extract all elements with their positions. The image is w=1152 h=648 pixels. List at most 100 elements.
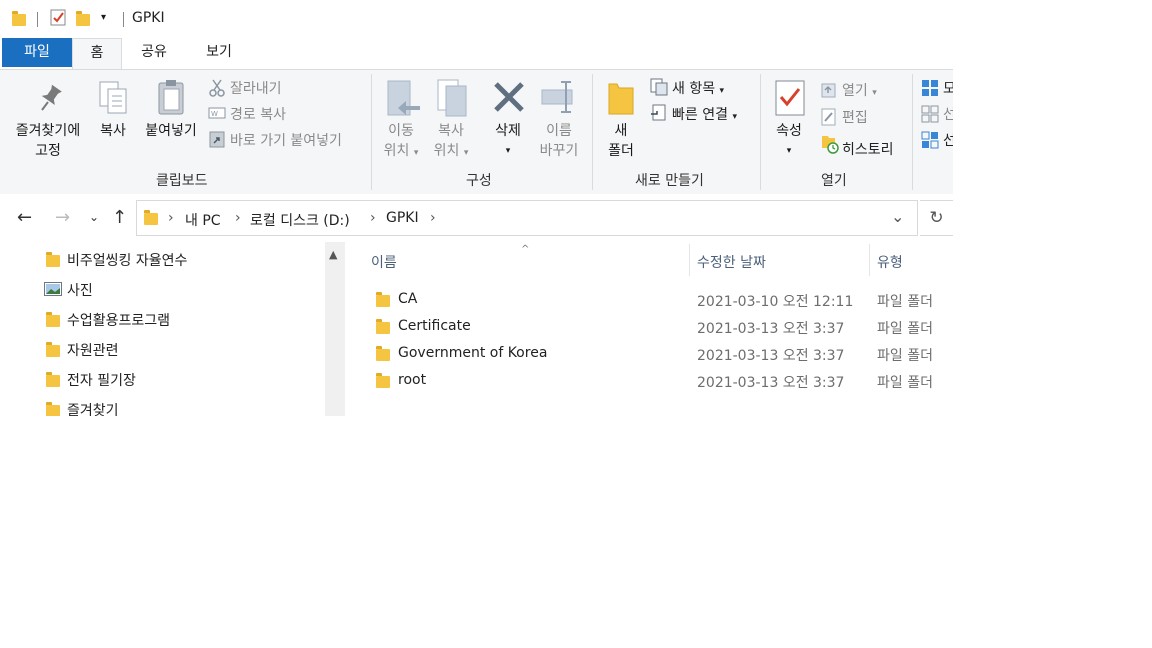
file-date: 2021-03-13 오전 3:37 bbox=[697, 348, 845, 364]
refresh-icon[interactable]: ↻ bbox=[920, 200, 953, 236]
file-type: 파일 폴더 bbox=[877, 348, 933, 364]
back-arrow-icon[interactable]: ← bbox=[17, 207, 32, 228]
address-bar[interactable]: › 내 PC › 로컬 디스크 (D:) › GPKI › ⌄ bbox=[136, 200, 918, 236]
column-header-type[interactable]: 유형 bbox=[877, 252, 903, 272]
rename-label-line2: 바꾸기 bbox=[539, 143, 579, 159]
paste-button[interactable]: 붙여넣기 bbox=[138, 121, 204, 141]
folder-icon bbox=[46, 372, 60, 387]
delete-button[interactable]: 삭제 ▾ bbox=[488, 121, 528, 161]
paste-icon bbox=[156, 79, 188, 121]
new-folder-big-icon bbox=[607, 80, 635, 120]
pin-to-quick-access-button[interactable]: 즐겨찾기에 고정 bbox=[8, 121, 88, 161]
select-none-button[interactable]: 선 bbox=[943, 104, 953, 124]
open-button[interactable]: 열기 ▾ bbox=[842, 80, 877, 100]
delete-x-icon bbox=[492, 80, 526, 118]
up-arrow-icon[interactable]: ↑ bbox=[112, 207, 127, 228]
invert-selection-icon bbox=[921, 131, 939, 153]
properties-check-icon[interactable] bbox=[50, 9, 67, 31]
move-to-button[interactable]: 이동 위치 ▾ bbox=[378, 121, 424, 163]
select-all-button[interactable]: 모 bbox=[943, 78, 953, 98]
file-explorer-window: ▾ GPKI 파일 홈 공유 보기 즐겨찾기에 고정 복사 붙여넣기 잘라내기 … bbox=[0, 0, 953, 416]
move-to-label-line2: 위치 bbox=[383, 143, 410, 159]
group-separator bbox=[760, 74, 761, 190]
copy-button[interactable]: 복사 bbox=[93, 121, 133, 141]
easy-access-label: 빠른 연결 bbox=[672, 107, 728, 123]
nav-pane-scrollbar[interactable]: ▲ bbox=[325, 242, 345, 416]
title-bar: ▾ GPKI bbox=[0, 0, 953, 38]
tab-share[interactable]: 공유 bbox=[128, 38, 180, 67]
edit-button[interactable]: 편집 bbox=[842, 107, 868, 127]
column-header-name[interactable]: 이름 bbox=[371, 252, 397, 272]
forward-arrow-icon[interactable]: → bbox=[55, 207, 70, 228]
nav-item-label: 전자 필기장 bbox=[67, 373, 136, 389]
select-none-icon bbox=[921, 105, 939, 127]
customize-dropdown-icon[interactable]: ▾ bbox=[101, 12, 106, 23]
open-group-label: 열기 bbox=[821, 173, 847, 189]
copy-path-button[interactable]: 경로 복사 bbox=[230, 104, 286, 124]
tab-file[interactable]: 파일 bbox=[2, 38, 72, 67]
table-row[interactable]: Government of Korea 2021-03-13 오전 3:37 파… bbox=[345, 340, 953, 367]
delete-label: 삭제 bbox=[495, 123, 521, 139]
invert-selection-button[interactable]: 선 bbox=[943, 130, 953, 150]
rename-button[interactable]: 이름 바꾸기 bbox=[532, 121, 586, 161]
sort-ascending-icon: ^ bbox=[521, 244, 530, 255]
file-list: ^ 이름 수정한 날짜 유형 CA 2021-03-10 오전 12:11 파일… bbox=[345, 242, 953, 416]
chevron-down-icon: ▾ bbox=[719, 86, 725, 96]
cut-button[interactable]: 잘라내기 bbox=[230, 78, 282, 98]
svg-text:W: W bbox=[211, 110, 218, 118]
chevron-down-icon: ▾ bbox=[463, 148, 469, 158]
open-icon bbox=[820, 81, 838, 103]
new-item-label: 새 항목 bbox=[672, 81, 716, 97]
address-history-chevron-icon[interactable]: ⌄ bbox=[891, 207, 904, 226]
move-to-icon bbox=[386, 79, 422, 123]
copy-to-label-line1: 복사 bbox=[438, 123, 464, 139]
folder-icon bbox=[144, 210, 158, 225]
paste-shortcut-icon bbox=[208, 130, 226, 152]
file-type: 파일 폴더 bbox=[877, 294, 933, 310]
folder-icon bbox=[376, 346, 390, 361]
pin-label-line2: 고정 bbox=[35, 143, 61, 159]
table-row[interactable]: root 2021-03-13 오전 3:37 파일 폴더 bbox=[345, 367, 953, 394]
chevron-down-icon: ▾ bbox=[872, 88, 877, 98]
scroll-up-arrow-icon[interactable]: ▲ bbox=[329, 248, 337, 261]
paste-shortcut-button[interactable]: 바로 가기 붙여넣기 bbox=[230, 130, 342, 150]
breadcrumb-local-disk[interactable]: 로컬 디스크 (D:) bbox=[250, 210, 350, 230]
chevron-right-icon[interactable]: › bbox=[370, 210, 376, 226]
paste-label: 붙여넣기 bbox=[145, 123, 197, 139]
column-header-date[interactable]: 수정한 날짜 bbox=[697, 252, 766, 272]
breadcrumb-gpki[interactable]: GPKI bbox=[386, 210, 419, 226]
history-icon bbox=[820, 134, 840, 158]
breadcrumb-this-pc[interactable]: 내 PC bbox=[185, 210, 221, 230]
pictures-icon bbox=[44, 282, 62, 300]
chevron-right-icon[interactable]: › bbox=[430, 210, 436, 226]
separator bbox=[37, 12, 38, 27]
clipboard-group-label: 클립보드 bbox=[156, 173, 208, 189]
new-item-button[interactable]: 새 항목 ▾ bbox=[672, 78, 724, 98]
recent-locations-chevron-icon[interactable]: ⌄ bbox=[89, 210, 99, 224]
properties-button[interactable]: 속성 ▾ bbox=[768, 121, 810, 161]
pin-label-line1: 즐겨찾기에 bbox=[15, 123, 81, 139]
pin-icon bbox=[36, 84, 62, 118]
easy-access-button[interactable]: 빠른 연결 ▾ bbox=[672, 104, 737, 124]
column-divider[interactable] bbox=[689, 244, 690, 276]
new-folder-button[interactable]: 새 폴더 bbox=[602, 121, 640, 161]
chevron-right-icon[interactable]: › bbox=[168, 210, 174, 226]
table-row[interactable]: Certificate 2021-03-13 오전 3:37 파일 폴더 bbox=[345, 313, 953, 340]
chevron-down-icon: ▾ bbox=[732, 112, 737, 122]
column-divider[interactable] bbox=[869, 244, 870, 276]
file-name: root bbox=[398, 372, 427, 388]
nav-item-label: 사진 bbox=[67, 283, 93, 299]
chevron-down-icon: ▾ bbox=[413, 148, 419, 158]
history-button[interactable]: 히스토리 bbox=[842, 139, 894, 159]
folder-icon bbox=[46, 252, 60, 267]
copy-to-button[interactable]: 복사 위치 ▾ bbox=[428, 121, 474, 163]
group-separator bbox=[912, 74, 913, 190]
table-row[interactable]: CA 2021-03-10 오전 12:11 파일 폴더 bbox=[345, 286, 953, 313]
tab-view[interactable]: 보기 bbox=[193, 38, 245, 67]
edit-icon bbox=[820, 108, 838, 130]
chevron-right-icon[interactable]: › bbox=[235, 210, 241, 226]
chevron-down-icon: ▾ bbox=[505, 146, 511, 156]
new-folder-label-line1: 새 bbox=[614, 123, 628, 139]
file-type: 파일 폴더 bbox=[877, 375, 933, 391]
tab-home[interactable]: 홈 bbox=[72, 38, 122, 70]
